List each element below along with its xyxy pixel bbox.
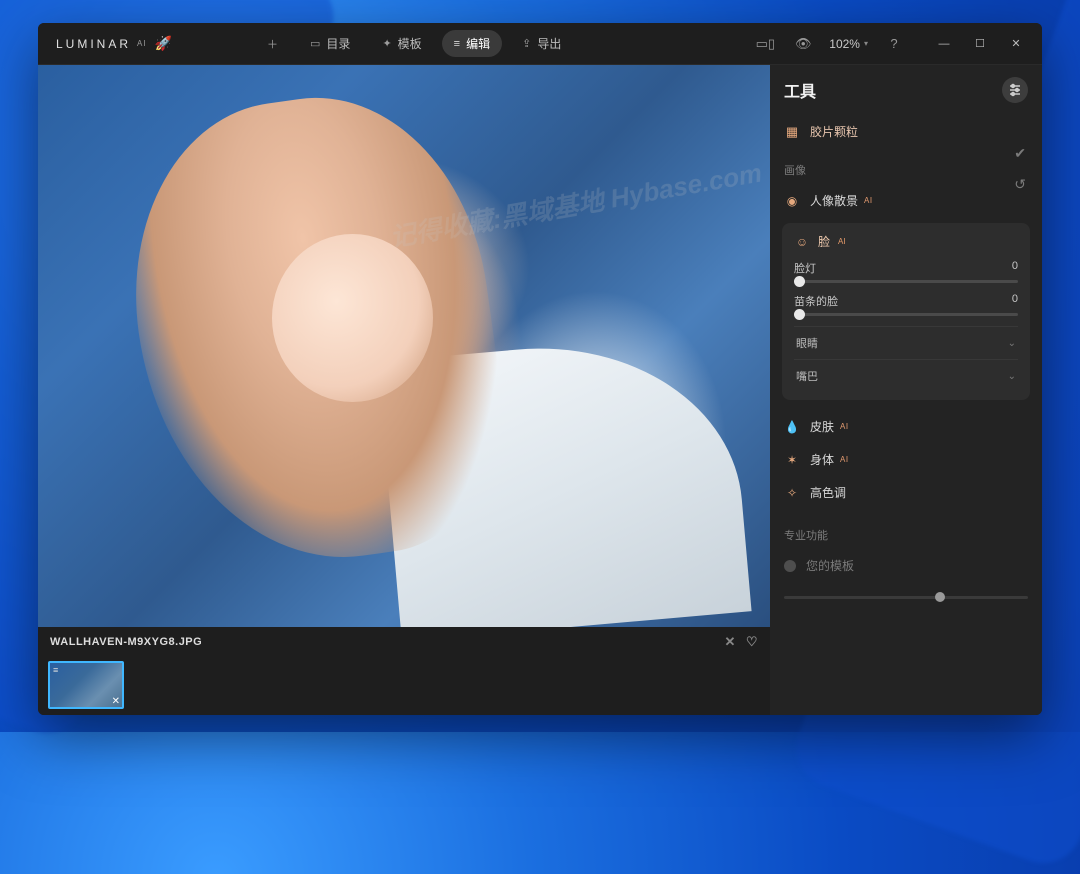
tab-export[interactable]: ⇪ 导出 <box>510 30 573 57</box>
folder-icon: ▭ <box>310 37 320 50</box>
minimize-button[interactable]: — <box>926 29 962 59</box>
canvas[interactable]: 记得收藏:黑域基地 Hybase.com <box>38 65 770 627</box>
your-template-label: 您的模板 <box>806 557 854 574</box>
titlebar: LUMINAR AI 🚀 ＋ ▭ 目录 ✦ 模板 ≡ 编辑 ⇪ 导出 <box>38 23 1042 65</box>
body-icon: ✶ <box>784 452 800 468</box>
maximize-button[interactable]: ☐ <box>962 29 998 59</box>
face-card-header[interactable]: ☺ 脸 AI <box>794 233 1018 250</box>
mouth-label: 嘴巴 <box>796 368 818 384</box>
skin-label: 皮肤 <box>810 418 834 435</box>
facelight-value: 0 <box>1012 260 1018 276</box>
sliders-icon: ≡ <box>454 38 460 50</box>
face-card: ☺ 脸 AI 脸灯 0 苗条的脸 0 <box>782 223 1030 400</box>
file-name: WALLHAVEN-M9XYG8.JPG <box>50 636 202 648</box>
slimface-track[interactable] <box>794 313 1018 316</box>
tools-header: 工具 <box>784 77 1028 103</box>
export-icon: ⇪ <box>522 37 531 50</box>
face-card-title: 脸 <box>818 233 830 250</box>
canvas-column: 记得收藏:黑域基地 Hybase.com WALLHAVEN-M9XYG8.JP… <box>38 65 770 715</box>
template-knob[interactable] <box>935 592 945 602</box>
face-icon: ☺ <box>794 234 810 250</box>
ai-tag: AI <box>838 237 846 246</box>
add-button[interactable]: ＋ <box>255 31 290 57</box>
thumb-adjust-icon: ≡ <box>53 665 58 675</box>
tab-templates[interactable]: ✦ 模板 <box>370 30 433 57</box>
slimface-value: 0 <box>1012 293 1018 309</box>
bokeh-icon: ◉ <box>784 193 800 209</box>
tool-bokeh[interactable]: ◉ 人像散景 AI <box>782 184 1030 217</box>
tool-skin[interactable]: 💧 皮肤 AI <box>782 410 1030 443</box>
brand-name: LUMINAR <box>56 37 131 51</box>
tool-body[interactable]: ✶ 身体 AI <box>782 443 1030 476</box>
remove-file-button[interactable]: ✕ <box>724 634 735 650</box>
file-strip: WALLHAVEN-M9XYG8.JPG ✕ ♡ <box>38 627 770 657</box>
tool-highkey[interactable]: ✧ 高色调 <box>782 476 1030 509</box>
adjustments-icon[interactable] <box>1002 77 1028 103</box>
zoom-dropdown[interactable]: 102% ▾ <box>829 37 868 51</box>
body-label: 身体 <box>810 451 834 468</box>
main-tabs: ＋ ▭ 目录 ✦ 模板 ≡ 编辑 ⇪ 导出 <box>255 30 573 57</box>
ai-tag: AI <box>840 455 849 464</box>
tab-export-label: 导出 <box>537 35 561 52</box>
app-window: LUMINAR AI 🚀 ＋ ▭ 目录 ✦ 模板 ≡ 编辑 ⇪ 导出 <box>38 23 1042 715</box>
film-grain-label: 胶片颗粒 <box>810 123 858 140</box>
bokeh-label: 人像散景 <box>810 192 858 209</box>
tool-film-grain[interactable]: ▦ 胶片颗粒 <box>782 115 1030 148</box>
facelight-track[interactable] <box>794 280 1018 283</box>
tab-templates-label: 模板 <box>398 35 422 52</box>
section-pro-label: 专业功能 <box>784 527 1028 543</box>
plus-icon: ＋ <box>267 36 278 52</box>
zoom-value: 102% <box>829 37 860 51</box>
eyes-label: 眼睛 <box>796 335 818 351</box>
slimface-label: 苗条的脸 <box>794 293 838 309</box>
template-track[interactable] <box>784 596 1028 599</box>
thumb-close-icon[interactable]: ✕ <box>112 696 120 707</box>
tab-edit-label: 编辑 <box>466 35 490 52</box>
thumbnail-strip: ≡ ✕ <box>38 657 770 715</box>
ai-tag: AI <box>840 422 849 431</box>
section-image-label: 画像 <box>784 162 1028 178</box>
eye-icon[interactable]: 👁 <box>791 36 815 52</box>
wand-icon: ✦ <box>382 37 391 50</box>
favorite-button[interactable]: ♡ <box>746 634 758 650</box>
slider-facelight: 脸灯 0 <box>794 260 1018 283</box>
close-button[interactable]: ✕ <box>998 29 1034 59</box>
ai-tag: AI <box>864 196 873 205</box>
panel-side-icons: ✔ ↺ <box>1014 145 1026 193</box>
skin-icon: 💧 <box>784 419 800 435</box>
thumbnail[interactable]: ≡ ✕ <box>48 661 124 709</box>
tab-edit[interactable]: ≡ 编辑 <box>442 30 502 57</box>
tools-title: 工具 <box>784 78 816 102</box>
template-dot-icon <box>784 560 796 572</box>
slider-slimface: 苗条的脸 0 <box>794 293 1018 316</box>
tools-panel: 工具 ▦ 胶片颗粒 ✔ ↺ 画像 ◉ 人像散景 AI <box>770 65 1042 715</box>
chevron-down-icon: ⌄ <box>1008 338 1016 349</box>
accordion-eyes[interactable]: 眼睛 ⌄ <box>794 326 1018 359</box>
brand-suffix: AI <box>137 39 147 48</box>
highkey-icon: ✧ <box>784 485 800 501</box>
compare-icon[interactable]: ▭▯ <box>753 36 777 52</box>
content: 记得收藏:黑域基地 Hybase.com WALLHAVEN-M9XYG8.JP… <box>38 65 1042 715</box>
accordion-mouth[interactable]: 嘴巴 ⌄ <box>794 359 1018 392</box>
tab-catalog-label: 目录 <box>326 35 350 52</box>
your-template-row[interactable]: 您的模板 <box>782 549 1030 582</box>
photo-face <box>272 234 433 403</box>
brush-icon[interactable]: ✔ <box>1014 145 1026 162</box>
chevron-down-icon: ▾ <box>864 39 868 48</box>
window-controls: — ☐ ✕ <box>926 29 1034 59</box>
help-icon[interactable]: ? <box>882 36 906 51</box>
tab-catalog[interactable]: ▭ 目录 <box>298 30 362 57</box>
facelight-knob[interactable] <box>794 276 805 287</box>
brand: LUMINAR AI 🚀 <box>56 35 175 52</box>
template-strength-slider <box>782 590 1030 601</box>
titlebar-right: ▭▯ 👁 102% ▾ ? — ☐ ✕ <box>753 29 1034 59</box>
film-grain-icon: ▦ <box>784 124 800 140</box>
rocket-icon[interactable]: 🚀 <box>155 35 175 52</box>
facelight-label: 脸灯 <box>794 260 816 276</box>
chevron-down-icon: ⌄ <box>1008 371 1016 382</box>
history-icon[interactable]: ↺ <box>1014 176 1026 193</box>
slimface-knob[interactable] <box>794 309 805 320</box>
highkey-label: 高色调 <box>810 484 846 501</box>
